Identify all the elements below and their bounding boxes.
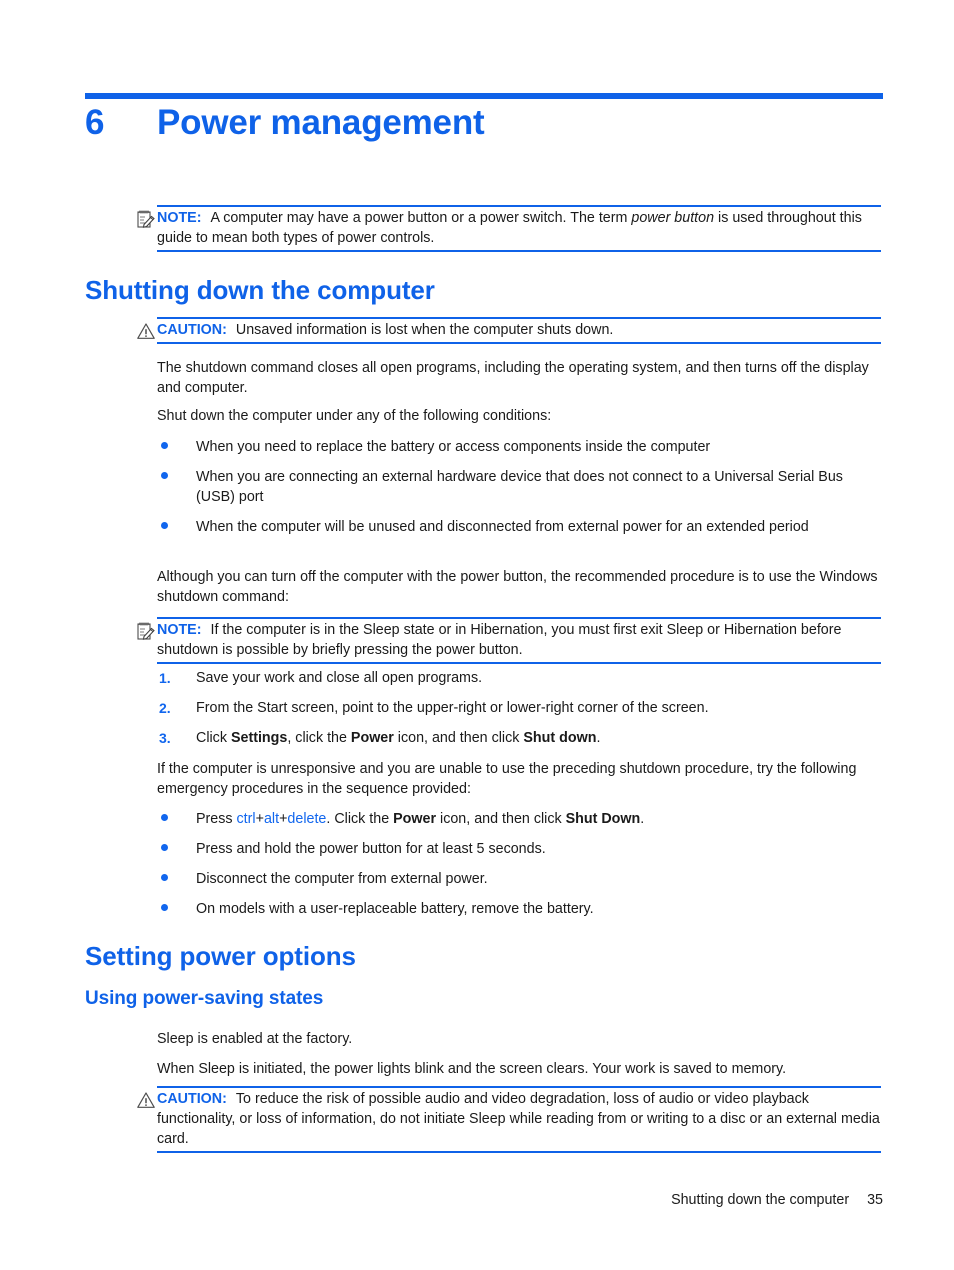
step-number: 1. [159,670,171,686]
footer-section-label: Shutting down the computer [671,1192,850,1208]
caution-box-2: CAUTION: To reduce the risk of possible a… [136,1086,881,1153]
list-item: When you need to replace the battery or … [157,437,881,457]
paragraph-conditions-intro: Shut down the computer under any of the … [157,408,552,424]
caution-body-1: CAUTION: Unsaved information is lost when… [157,317,881,344]
list-item-label: Click Settings, click the Power icon, an… [196,730,601,746]
note-pad-pencil-icon [136,621,156,641]
caution-rule-bottom [157,342,881,344]
caution-tag-2: CAUTION: [157,1091,227,1107]
bullet-icon [157,467,191,487]
bullet-icon [157,517,191,537]
list-item-label: Disconnect the computer from external po… [196,871,488,887]
list-item: When you are connecting an external hard… [157,467,881,507]
note-text-before-1: A computer may have a power button or a … [210,210,632,226]
paragraph-sleep-initiated: When Sleep is initiated, the power light… [157,1061,787,1077]
list-item-label: From the Start screen, point to the uppe… [196,700,709,716]
paragraph-windows-shutdown: Although you can turn off the computer w… [157,569,878,605]
note-rule-bottom [157,250,881,252]
list-item-label: On models with a user-replaceable batter… [196,901,594,917]
list-item-label: Press and hold the power button for at l… [196,841,546,857]
paragraph-sleep-enabled: Sleep is enabled at the factory. [157,1031,353,1047]
note-tag-2: NOTE: [157,622,202,638]
step-number: 2. [159,700,171,716]
note-body-2: NOTE: If the computer is in the Sleep sta… [157,617,881,664]
list-item: 1. Save your work and close all open pro… [157,668,881,688]
list-item: Disconnect the computer from external po… [157,869,881,889]
section-heading-setting-power-options: Setting power options [85,941,356,971]
page-footer: Shutting down the computer 35 [85,1192,883,1208]
caution-body-2: CAUTION: To reduce the risk of possible a… [157,1086,881,1153]
section-heading-shutting-down: Shutting down the computer [85,275,435,305]
list-item-label: Press ctrl+alt+delete. Click the Power i… [196,811,645,827]
caution-box-1: CAUTION: Unsaved information is lost when… [136,317,881,344]
bullet-icon [157,809,191,829]
caution-text-2: To reduce the risk of possible audio and… [157,1091,880,1147]
caution-tag-1: CAUTION: [157,322,227,338]
note-tag-1: NOTE: [157,210,202,226]
note-box-2: NOTE: If the computer is in the Sleep sta… [136,617,881,664]
list-item: 3. Click Settings, click the Power icon,… [157,728,881,748]
warning-triangle-icon [136,321,156,341]
subsection-heading-power-saving-states: Using power-saving states [85,988,324,1009]
note-pad-pencil-icon [136,209,156,229]
list-item-label: When you are connecting an external hard… [196,469,843,505]
list-item-label: Save your work and close all open progra… [196,670,483,686]
caution-rule-top [157,317,881,319]
list-item-label: When the computer will be unused and dis… [196,519,809,535]
bullet-icon [157,869,191,889]
note-rule-top [157,205,881,207]
caution-rule-top [157,1086,881,1088]
note-rule-bottom [157,662,881,664]
bullet-icon [157,437,191,457]
bullet-icon [157,899,191,919]
list-item: Press ctrl+alt+delete. Click the Power i… [157,809,881,829]
step-number: 3. [159,730,171,746]
caution-text-1: Unsaved information is lost when the com… [235,322,614,338]
footer-page-number: 35 [867,1192,883,1208]
note-rule-top [157,617,881,619]
chapter-top-rule [85,93,883,99]
chapter-title-text: Power management [157,103,485,142]
page-title: 6 Power management [85,103,885,143]
paragraph-emergency-intro: If the computer is unresponsive and you … [157,761,857,797]
list-item: Press and hold the power button for at l… [157,839,881,859]
chapter-number: 6 [85,103,105,142]
list-item: 2. From the Start screen, point to the u… [157,698,881,718]
list-item: On models with a user-replaceable batter… [157,899,881,919]
list-item: When the computer will be unused and dis… [157,517,881,537]
note-italic-1: power button [631,210,715,226]
note-body-1: NOTE: A computer may have a power button … [157,205,881,252]
paragraph-shutdown-command: The shutdown command closes all open pro… [157,360,869,396]
warning-triangle-icon [136,1090,156,1110]
document-page: 6 Power management NOTE: A computer may ha… [0,0,954,1270]
list-item-label: When you need to replace the battery or … [196,439,711,455]
note-text-2: If the computer is in the Sleep state or… [157,622,842,658]
caution-rule-bottom [157,1151,881,1153]
bullet-icon [157,839,191,859]
note-box-1: NOTE: A computer may have a power button … [136,205,881,252]
